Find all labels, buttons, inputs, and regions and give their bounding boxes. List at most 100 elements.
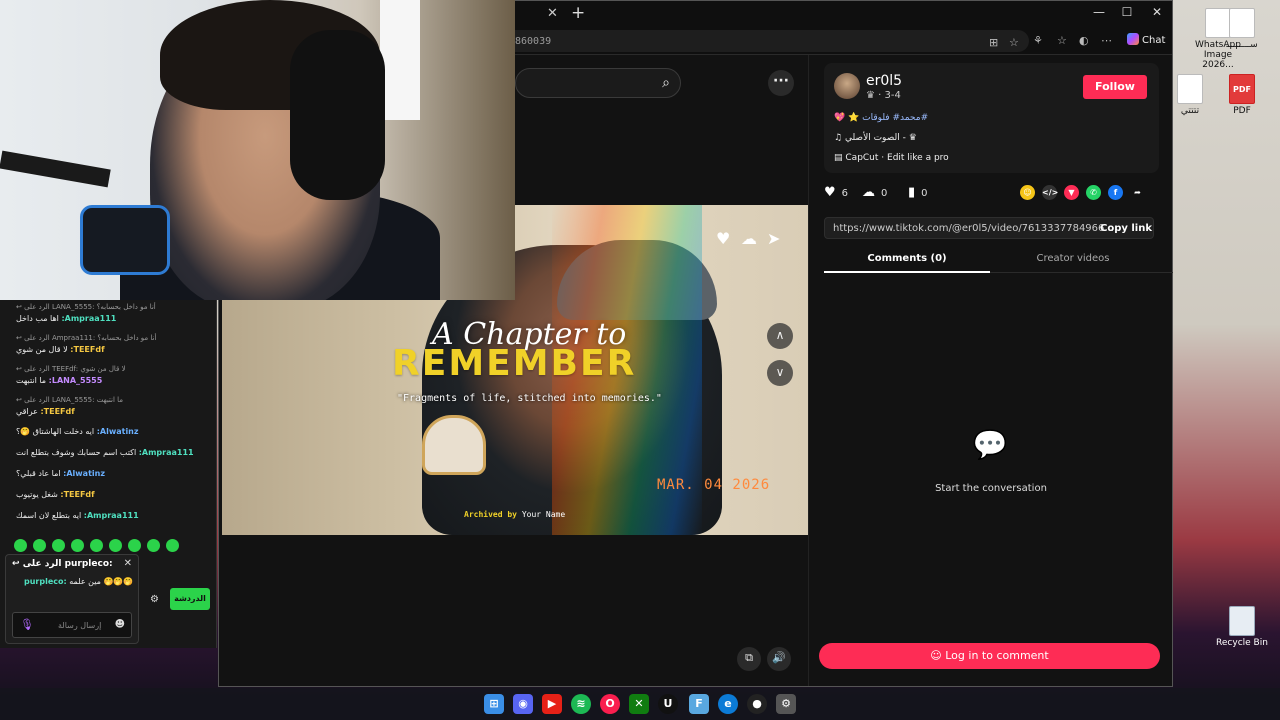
desktop-icon-recycle-bin[interactable]: Recycle Bin bbox=[1212, 606, 1272, 648]
emoji-picker-icon[interactable]: ☻ bbox=[115, 619, 125, 630]
share-arrow-icon[interactable]: ➦ bbox=[1130, 185, 1145, 200]
start-icon[interactable]: ⊞ bbox=[484, 694, 504, 714]
profile-icon[interactable]: ◐ bbox=[1079, 34, 1089, 47]
reader-mode-icon[interactable]: ⊞ bbox=[989, 36, 998, 49]
emote-icon[interactable] bbox=[33, 539, 46, 552]
new-tab-icon[interactable]: + bbox=[571, 3, 585, 23]
chat-username[interactable]: LANA_5555: bbox=[49, 376, 103, 385]
chat-message[interactable]: LANA_5555: ما انتبهت bbox=[16, 376, 212, 385]
reply-preview: purpleco: مين علمه 🤭🤭🤭 bbox=[24, 577, 133, 586]
opera-icon[interactable]: O bbox=[600, 694, 620, 714]
chat-message[interactable]: TEEFdf: شغل يوتيوب bbox=[16, 490, 212, 499]
more-options-button[interactable]: ··· bbox=[768, 70, 794, 96]
heart-emoji-icon: 💖 ⭐ bbox=[834, 113, 860, 123]
emote-icon[interactable] bbox=[166, 539, 179, 552]
app-u-icon[interactable]: U bbox=[658, 694, 678, 714]
emote-icon[interactable] bbox=[71, 539, 84, 552]
capcut-line[interactable]: ▤ CapCut · Edit like a pro bbox=[834, 153, 949, 163]
chat-username[interactable]: TEEFdf: bbox=[40, 407, 74, 416]
edge-icon[interactable]: e bbox=[718, 694, 738, 714]
login-label: Log in to comment bbox=[945, 649, 1049, 662]
microphone-icon[interactable]: 🎙 bbox=[20, 618, 34, 631]
volume-button[interactable]: 🔊 bbox=[767, 647, 791, 671]
video-share-icon[interactable]: ➤ bbox=[767, 229, 780, 248]
send-to-friends-icon[interactable]: ▼ bbox=[1064, 185, 1079, 200]
like-stat[interactable]: ♥ 6 bbox=[824, 185, 848, 200]
hashtags[interactable]: محمد# فلوقات# bbox=[862, 113, 928, 123]
favorite-star-icon[interactable]: ☆ bbox=[1009, 36, 1019, 49]
youtube-icon[interactable]: ▶ bbox=[542, 694, 562, 714]
chat-username[interactable]: Ampraa111: bbox=[84, 511, 139, 520]
copy-link-button[interactable]: Copy link bbox=[1100, 223, 1152, 234]
chat-input-placeholder: إرسال رسالة bbox=[58, 621, 102, 630]
discord-icon[interactable]: ◉ bbox=[513, 694, 533, 714]
video-like-icon[interactable]: ♥ bbox=[716, 229, 730, 248]
chat-username[interactable]: Alwatinz: bbox=[63, 469, 105, 478]
chat-username[interactable]: TEEFdf: bbox=[70, 345, 104, 354]
settings-app-icon[interactable]: ⚙ bbox=[776, 694, 796, 714]
close-reply-icon[interactable]: ✕ bbox=[124, 558, 132, 569]
embed-code-icon[interactable]: </> bbox=[1042, 185, 1058, 200]
extensions-icon[interactable]: ⚘ bbox=[1033, 34, 1043, 47]
desktop-icon-doc-1[interactable]: ســـــــــ bbox=[1212, 8, 1272, 50]
tab-close-icon[interactable]: ✕ bbox=[547, 6, 558, 21]
comment-icon: ☺ bbox=[930, 649, 946, 662]
copilot-chat-button[interactable]: Chat bbox=[1127, 33, 1165, 46]
chat-username[interactable]: Ampraa111: bbox=[139, 448, 194, 457]
archived-name: Your Name bbox=[521, 510, 566, 519]
emote-icon[interactable] bbox=[128, 539, 141, 552]
favorites-icon[interactable]: ☆ bbox=[1057, 34, 1067, 47]
chat-message[interactable]: Alwatinz: ايه دخلت الهاشتاق 🤭؟ bbox=[16, 427, 212, 436]
emote-icon[interactable] bbox=[52, 539, 65, 552]
chat-username[interactable]: Ampraa111: bbox=[61, 314, 116, 323]
follow-button[interactable]: Follow bbox=[1083, 75, 1147, 99]
more-menu-icon[interactable]: ⋯ bbox=[1101, 34, 1112, 47]
search-input[interactable]: ⌕ bbox=[515, 68, 681, 98]
embed-emoji-icon[interactable]: ☺ bbox=[1020, 185, 1035, 200]
previous-video-button[interactable]: ∧ bbox=[767, 323, 793, 349]
chat-text: اما عاد قبلي؟ bbox=[16, 469, 64, 478]
close-window-icon[interactable]: ✕ bbox=[1143, 5, 1171, 19]
minimize-icon[interactable]: — bbox=[1085, 5, 1113, 19]
chat-message-input[interactable]: 🎙 إرسال رسالة ☻ bbox=[12, 612, 132, 638]
chat-message[interactable]: Alwatinz: اما عاد قبلي؟ bbox=[16, 469, 212, 478]
obs-icon[interactable]: ● bbox=[747, 694, 767, 714]
desktop-icon-pdf[interactable]: PDF PDF bbox=[1212, 74, 1272, 116]
comment-stat[interactable]: ☁ 0 bbox=[862, 185, 887, 200]
chat-message[interactable]: Ampraa111: اكتب اسم حسابك وشوف بتطلع انت bbox=[16, 448, 212, 457]
chat-message[interactable]: TEEFdf: عراقي bbox=[16, 407, 212, 416]
chat-message[interactable]: Ampraa111: اها مب داخل bbox=[16, 314, 212, 323]
chat-settings-icon[interactable]: ⚙ bbox=[150, 594, 159, 605]
file-app-icon[interactable]: F bbox=[689, 694, 709, 714]
emote-icon[interactable] bbox=[147, 539, 160, 552]
maximize-icon[interactable]: ☐ bbox=[1113, 5, 1141, 19]
author-date: · 3-4 bbox=[878, 90, 901, 101]
spotify-icon[interactable]: ≋ bbox=[571, 694, 591, 714]
chat-send-button[interactable]: الدردشة bbox=[170, 588, 210, 610]
video-comment-icon[interactable]: ☁ bbox=[741, 229, 757, 248]
chat-message[interactable]: Ampraa111: ايه بتطلع لان اسمك bbox=[16, 511, 212, 520]
chat-username[interactable]: Alwatinz: bbox=[97, 427, 139, 436]
whatsapp-icon[interactable]: ✆ bbox=[1086, 185, 1101, 200]
login-to-comment-button[interactable]: ☺ Log in to comment bbox=[819, 643, 1160, 669]
author-username[interactable]: er0l5 bbox=[866, 73, 902, 89]
active-tab-underline bbox=[824, 271, 990, 273]
chat-username[interactable]: TEEFdf: bbox=[60, 490, 94, 499]
next-video-button[interactable]: ∨ bbox=[767, 360, 793, 386]
picture-in-picture-button[interactable]: ⧉ bbox=[737, 647, 761, 671]
facebook-icon[interactable]: f bbox=[1108, 185, 1123, 200]
save-stat[interactable]: ▮ 0 bbox=[908, 185, 928, 200]
chat-text: اها مب داخل bbox=[16, 314, 62, 323]
xbox-icon[interactable]: ✕ bbox=[629, 694, 649, 714]
save-count: 0 bbox=[921, 188, 928, 199]
search-icon[interactable]: ⌕ bbox=[662, 75, 670, 91]
music-line[interactable]: ♫ الصوت الأصلي - ♛ bbox=[834, 133, 917, 143]
emote-icon[interactable] bbox=[14, 539, 27, 552]
tab-comments[interactable]: Comments (0) bbox=[824, 253, 990, 264]
emote-icon[interactable] bbox=[90, 539, 103, 552]
tab-creator-videos[interactable]: Creator videos bbox=[990, 253, 1156, 264]
chat-message[interactable]: TEEFdf: لا قال من شوي bbox=[16, 345, 212, 354]
avatar[interactable] bbox=[834, 73, 860, 99]
emote-icon[interactable] bbox=[109, 539, 122, 552]
empty-comments-icon: 💬 bbox=[972, 428, 1008, 461]
